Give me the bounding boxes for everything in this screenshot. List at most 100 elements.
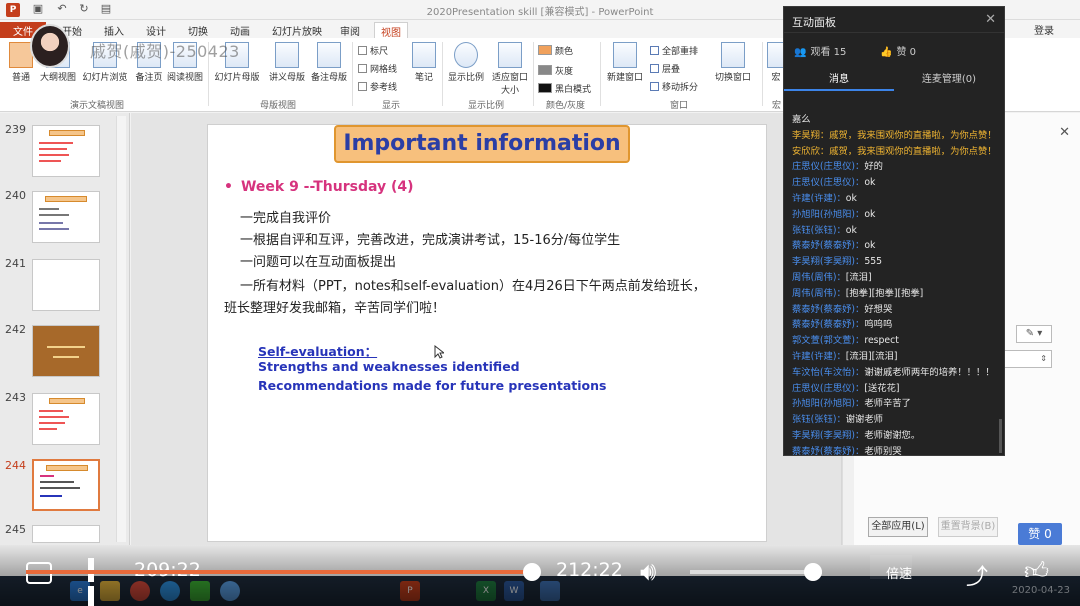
slide-vertical-scrollbar[interactable] [842,455,854,545]
color-option[interactable]: 颜色 [538,44,573,57]
new-window-button[interactable]: 新建窗口 [604,42,646,83]
chat-message: 李昊翔(李昊翔)：老师谢谢您。 [792,427,1004,443]
chat-sender: 庄思仪(庄思仪)： [792,161,865,173]
slide-thumbnail[interactable] [32,393,100,445]
slide-thumbnail[interactable] [32,325,100,377]
chat-message: 蔡泰妤(蔡泰妤)：呜呜呜 [792,316,1004,332]
slide-text-line[interactable]: 一根据自评和互评，完善改进，完成演讲考试，15-16分/每位学生 [240,229,620,248]
panel-close-icon[interactable]: ✕ [985,12,996,27]
slide-text-line[interactable]: 一完成自我评价 [240,207,331,226]
thumbnail-number: 243 [5,391,26,404]
chat-text: 老师辛苦了 [864,398,911,410]
tab-transitions[interactable]: 切换 [182,22,214,38]
slide-thumbnail-current[interactable] [32,459,100,511]
self-evaluation-label[interactable]: Self-evaluation： [258,341,377,360]
grayscale-option[interactable]: 灰度 [538,64,573,77]
tab-mic-management[interactable]: 连麦管理(0) [894,69,1004,91]
reset-background-button[interactable]: 重置背景(B) [938,517,998,537]
share-icon[interactable]: ⤴ [966,559,988,591]
slide-canvas: Important information • Week 9 --Thursday… [131,113,841,545]
speed-button[interactable]: 倍速 [886,563,912,582]
group-window: 窗口 [670,101,689,111]
tab-design[interactable]: 设计 [140,22,172,38]
slide-thumbnail[interactable] [32,125,100,177]
like-badge[interactable]: 赞 0 [1018,523,1062,545]
ruler-checkbox[interactable]: 标尺 [358,44,388,57]
handout-master-button[interactable]: 讲义母版 [264,42,310,83]
tab-insert[interactable]: 插入 [98,22,130,38]
message-list: 嘉么 李昊翔：戚贺，我来围观你的直播啦，为你点赞！ 安欣欣：戚贺，我来围观你的直播啦… [792,111,1004,459]
chat-sender: 许建(许建)： [792,192,846,204]
chat-sender: 李昊翔： [792,129,830,141]
chat-sender: 李昊翔(李昊翔)： [792,429,865,441]
chat-sender: 安欣欣： [792,145,830,157]
tab-animations[interactable]: 动画 [224,22,256,38]
total-time: 212:22 [556,559,623,581]
notes-button[interactable]: 笔记 [403,42,445,83]
move-split-button[interactable]: 移动拆分 [650,80,698,93]
viewer-count: 👥 观看 15 [794,47,847,58]
chat-message: 许建(许建)：ok [792,190,1004,206]
pane-dropdown[interactable]: ✎ ▾ [1016,325,1052,343]
chat-sender: 蔡泰妤(蔡泰妤)： [792,319,865,331]
bullet-dot: • [224,179,233,195]
group-show: 显示 [382,101,401,111]
chat-sender: 孙旭阳(孙旭阳)： [792,398,865,410]
slide-thumbnail[interactable] [32,191,100,243]
chat-sender: 周伟(周伟)： [792,287,846,299]
tab-review[interactable]: 审阅 [334,22,366,38]
notes-master-icon [317,42,341,68]
guides-checkbox[interactable]: 参考线 [358,80,397,93]
pane-close-icon[interactable]: ✕ [1059,125,1070,140]
chat-text: [送花花] [864,382,900,394]
panel-title: 互动面板 [792,16,836,29]
slide-thumbnail[interactable] [32,259,100,311]
volume-icon[interactable]: 🔊︎ [640,557,656,588]
thumbnails-scrollbar[interactable] [116,116,126,542]
chat-message: 张钰(张钰)：ok [792,222,1004,238]
chat-text: 戚贺，我来围观你的直播啦，为你点赞！ [829,145,997,157]
volume-handle[interactable] [803,563,822,581]
volume-slider[interactable] [690,570,822,574]
users-icon: 👥 [794,47,807,58]
switch-windows-button[interactable]: 切换窗口 [712,42,754,83]
pane-stepper[interactable]: ⇕ [1002,350,1052,368]
week-heading[interactable]: • Week 9 --Thursday (4) [224,179,414,195]
thumbnail-number: 241 [5,257,26,270]
chat-message: 蔡泰妤(蔡泰妤)：ok [792,237,1004,253]
self-evaluation-item[interactable]: Strengths and weaknesses identified [258,359,520,374]
black-white-option[interactable]: 黑白模式 [538,82,591,95]
notes-master-button[interactable]: 备注母版 [306,42,352,83]
gridlines-checkbox[interactable]: 网格线 [358,62,397,75]
chat-message: 蔡泰妤(蔡泰妤)：好想哭 [792,301,1004,317]
slide-text-line[interactable]: 一所有材料（PPT，notes和self-evaluation）在4月26日下午… [240,275,706,294]
week-heading-text: Week 9 --Thursday (4) [240,179,414,195]
tab-view[interactable]: 视图 [374,22,408,39]
thumbs-up-icon[interactable]: 👍︎ [1024,557,1049,586]
slide-thumbnail[interactable] [32,525,100,543]
apply-to-all-button[interactable]: 全部应用(L) [868,517,928,537]
slide-text-line[interactable]: 班长整理好发我邮箱，辛苦同学们啦！ [224,297,445,316]
chat-message: 嘉么 [792,111,1004,127]
self-evaluation-item[interactable]: Recommendations made for future presenta… [258,378,606,393]
fit-to-window-button[interactable]: 适应窗口大小 [490,42,530,96]
chat-sender: 蔡泰妤(蔡泰妤)： [792,303,865,315]
slide-title[interactable]: Important information [334,125,630,163]
ribbon-separator [442,42,443,106]
tab-messages[interactable]: 消息 [784,69,894,91]
panel-header: 互动面板 ✕ [784,7,1004,33]
thumbnail-number: 245 [5,523,26,536]
slide-text-line[interactable]: 一问题可以在互动面板提出 [240,251,396,270]
chat-sender: 蔡泰妤(蔡泰妤)： [792,240,865,252]
panel-scrollbar[interactable] [999,419,1002,453]
cascade-button[interactable]: 层叠 [650,62,680,75]
chat-message: 周伟(周伟)：[流泪] [792,269,1004,285]
chat-message: 孙旭阳(孙旭阳)：老师辛苦了 [792,395,1004,411]
slide[interactable]: Important information • Week 9 --Thursday… [207,124,767,542]
chat-sender: 庄思仪(庄思仪)： [792,382,865,394]
sign-in-link[interactable]: 登录 [1034,22,1054,37]
zoom-button[interactable]: 显示比例 [444,42,488,83]
chat-message: 庄思仪(庄思仪)：[送花花] [792,380,1004,396]
tab-slideshow[interactable]: 幻灯片放映 [266,22,328,38]
arrange-all-button[interactable]: 全部重排 [650,44,698,57]
